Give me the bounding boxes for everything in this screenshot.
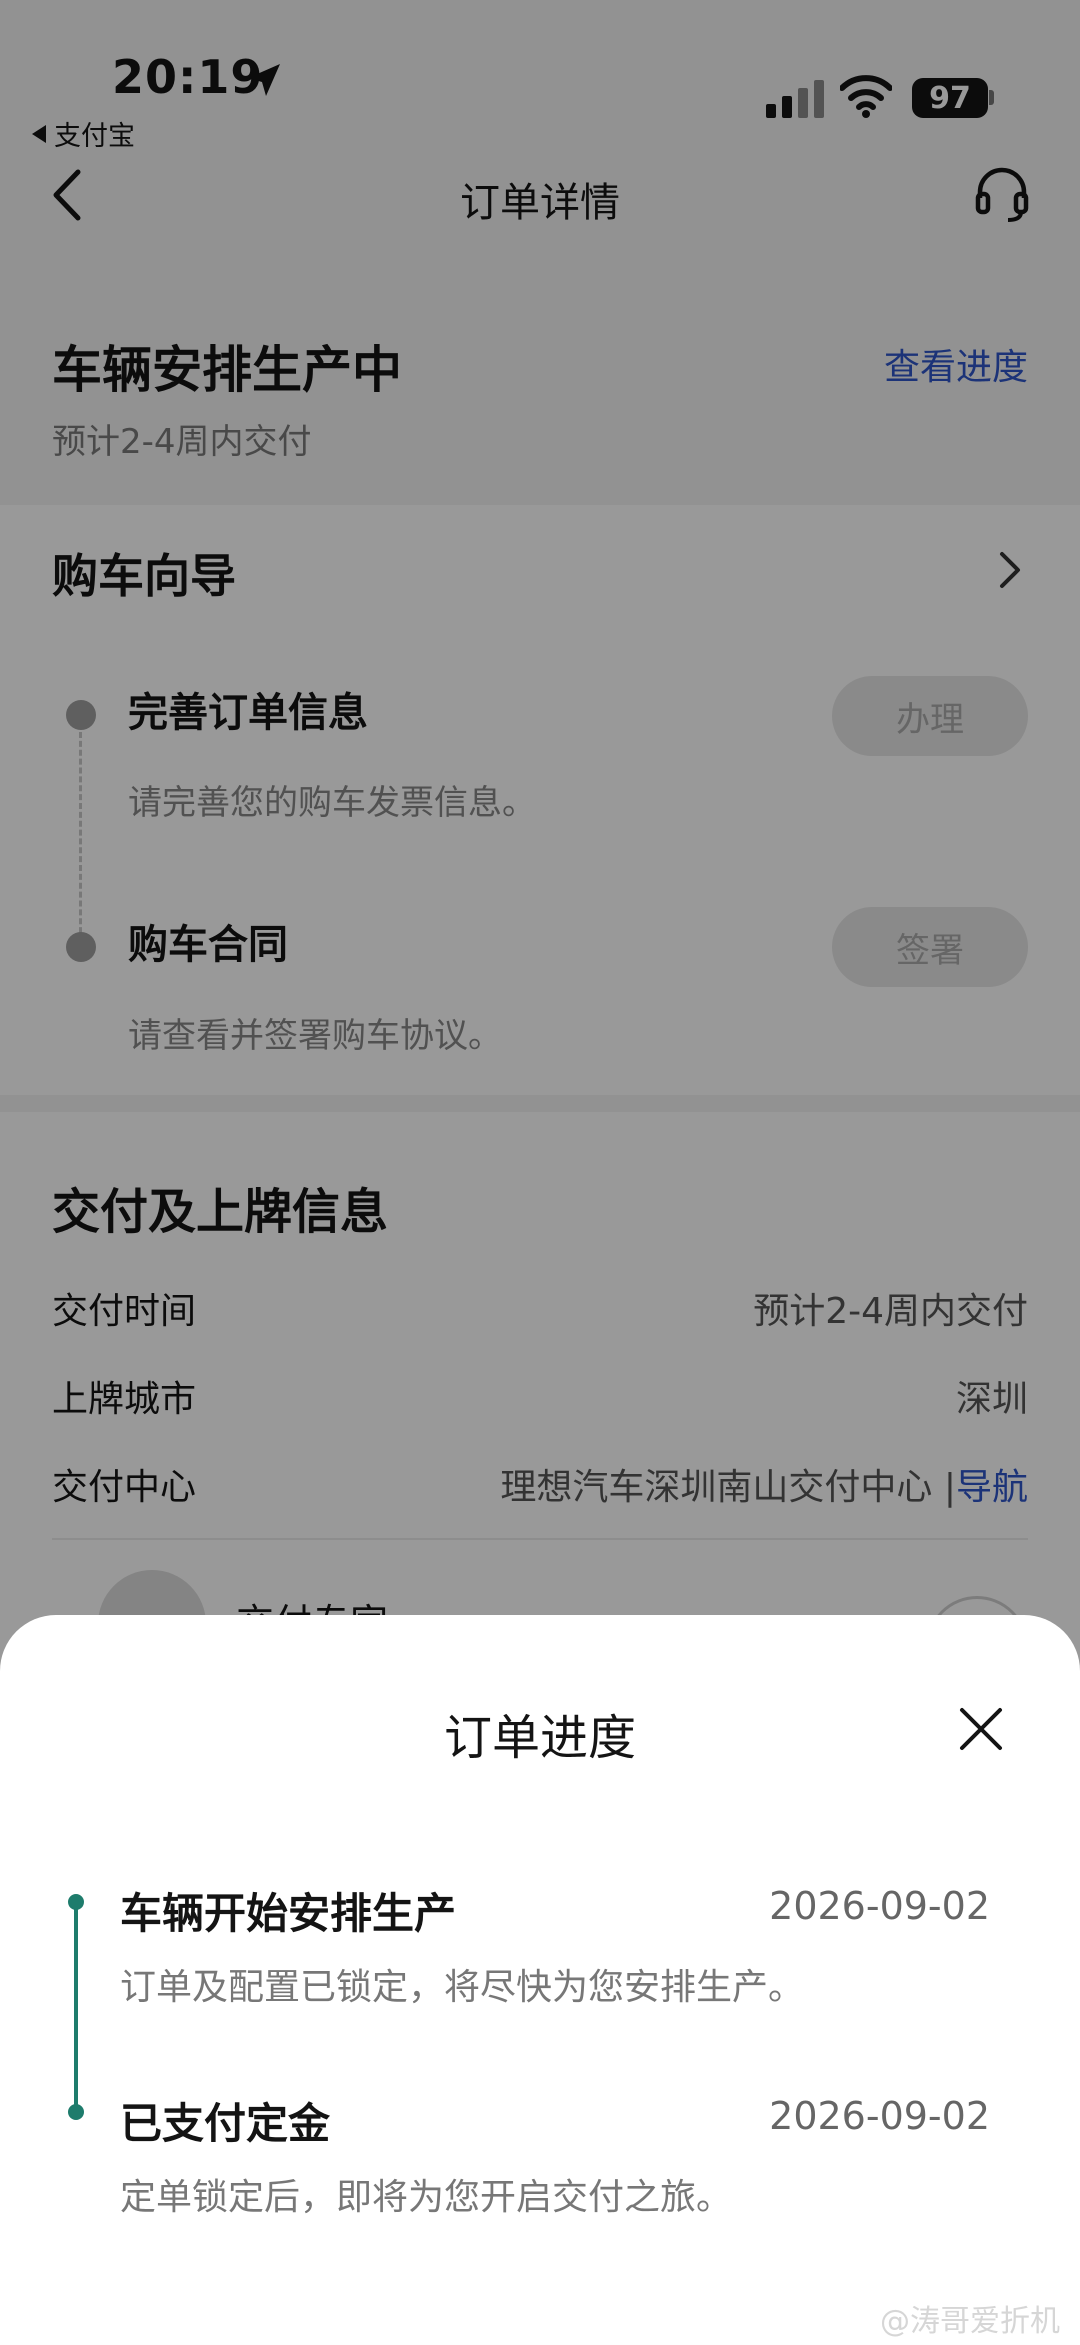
event-title: 车辆开始安排生产 (120, 1889, 457, 1938)
watermark: @涛哥爱折机 (880, 2304, 1060, 2339)
event-date: 2026-09-02 (769, 2094, 990, 2138)
timeline-line (74, 1900, 78, 2112)
sheet-title: 订单进度 (443, 1710, 636, 1766)
event-desc: 订单及配置已锁定，将尽快为您安排生产。 (120, 1967, 805, 2008)
event-desc: 定单锁定后，即将为您开启交付之旅。 (120, 2177, 733, 2218)
timeline-dot (68, 1894, 84, 1910)
event-title: 已支付定金 (120, 2099, 331, 2148)
close-icon[interactable] (958, 1706, 1004, 1752)
timeline-dot (68, 2104, 84, 2120)
event-date: 2026-09-02 (769, 1884, 990, 1928)
